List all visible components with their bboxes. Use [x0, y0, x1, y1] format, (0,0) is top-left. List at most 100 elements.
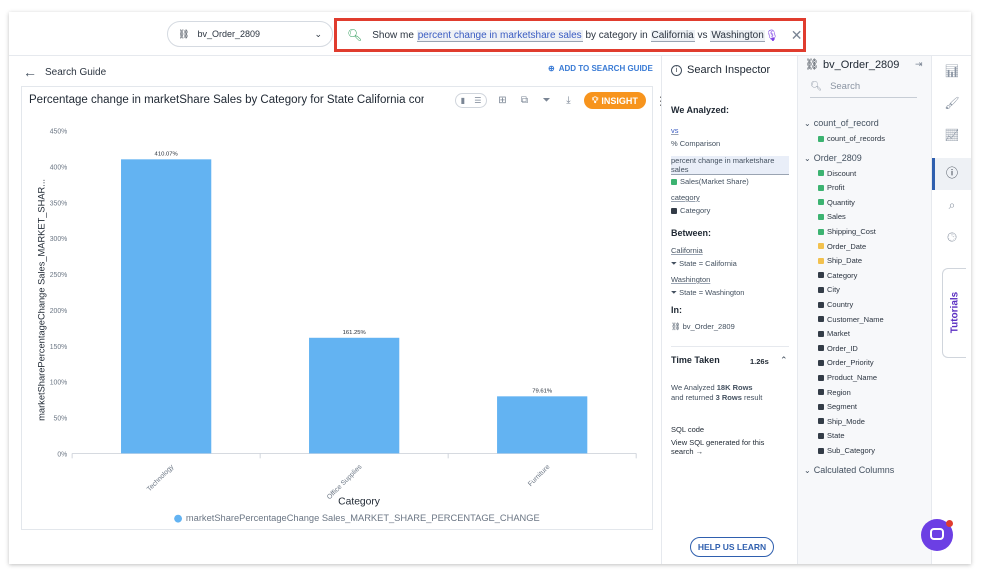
filter-icon[interactable]: ⏷ — [540, 94, 553, 107]
y-tick-label: 250% — [50, 272, 68, 279]
chevron-down-icon: ⌄ — [314, 28, 322, 39]
chevron-up-icon[interactable]: ⌃ — [780, 355, 788, 366]
california-token[interactable]: California — [671, 246, 703, 255]
tutorials-tab[interactable]: Tutorials — [942, 268, 966, 358]
search-history-icon[interactable]: ⌕ — [943, 196, 961, 214]
column-item[interactable]: Order_Date — [818, 242, 866, 251]
column-group-label: Calculated Columns — [813, 464, 895, 475]
search-token[interactable]: Washington — [710, 29, 765, 42]
column-item[interactable]: Ship_Mode — [818, 417, 865, 426]
column-item[interactable]: Profit — [818, 183, 845, 192]
help-us-learn-button[interactable]: HELP US LEARN — [690, 537, 774, 557]
analyzed-prefix: We Analyzed — [671, 383, 715, 392]
search-token[interactable]: California — [650, 29, 695, 42]
pin-icon[interactable]: ⊞ — [496, 94, 509, 107]
datasource-icon: ⛓ — [178, 28, 190, 39]
column-label: State — [827, 431, 845, 441]
column-label: Country — [827, 300, 854, 309]
insight-button[interactable]: 💡︎ INSIGHT — [584, 92, 646, 109]
returned-count: 3 Rows — [715, 393, 742, 402]
vs-token[interactable]: vs — [671, 126, 679, 135]
column-item[interactable]: Sub_Category — [818, 446, 875, 455]
column-group[interactable]: ⌄ Order_2809 — [804, 153, 862, 163]
column-item[interactable]: City — [818, 285, 840, 294]
inspector-title: i Search Inspector — [671, 64, 770, 76]
clock-icon[interactable]: 🕒︎ — [943, 228, 961, 246]
add-to-search-guide-button[interactable]: ⊕ ADD TO SEARCH GUIDE — [548, 64, 653, 73]
column-group[interactable]: ⌄ Calculated Columns — [804, 465, 894, 475]
chart-table-toggle[interactable]: ▮ ☰ — [455, 93, 487, 108]
top-bar: ⛓ bv_Order_2809 ⌄ 🔍︎ Show me percent cha… — [9, 12, 971, 56]
column-item[interactable]: Discount — [818, 169, 856, 178]
category-token[interactable]: category — [671, 193, 700, 202]
column-item[interactable]: Customer_Name — [818, 315, 884, 324]
chat-button[interactable] — [921, 519, 953, 551]
column-item[interactable]: Order_Priority — [818, 358, 874, 367]
column-item[interactable]: Sales — [818, 212, 846, 221]
pct-desc-label: Sales(Market Share) — [680, 177, 749, 186]
column-item[interactable]: State — [818, 431, 845, 440]
column-label: Ship_Date — [827, 256, 863, 266]
table-view-icon[interactable]: ☰ — [474, 96, 481, 105]
chart-view-icon[interactable]: ▮ — [461, 96, 465, 105]
in-header: In: — [671, 305, 682, 315]
search-prefix: Show me — [372, 29, 414, 41]
pct-token[interactable]: percent change in marketshare sales — [671, 156, 789, 175]
datasource-label: bv_Order_2809 — [197, 29, 260, 39]
chart-type-icon[interactable]: 📊︎ — [943, 62, 961, 80]
washington-token[interactable]: Washington — [671, 275, 710, 284]
column-group-label: Order_2809 — [813, 152, 862, 163]
column-group[interactable]: ⌄ count_of_record — [804, 118, 879, 128]
collapse-panel-icon[interactable]: ⇥ — [915, 59, 923, 70]
microphone-icon[interactable]: 🎙︎ — [765, 29, 779, 42]
pct-desc: Sales(Market Share) — [671, 177, 749, 186]
column-label: Segment — [827, 402, 858, 412]
rows-count: 18K Rows — [716, 383, 753, 392]
column-search-input[interactable]: 🔍︎ Search — [810, 76, 917, 98]
column-item[interactable]: count_of_records — [818, 134, 885, 143]
filter-icon: ⏷ — [671, 259, 677, 268]
download-icon[interactable]: ⤓ — [562, 94, 575, 107]
data-label: 161.25% — [343, 330, 367, 336]
close-icon[interactable]: ✕ — [791, 27, 803, 44]
measure-icon — [818, 170, 824, 177]
analytics-icon[interactable]: 📈︎ — [943, 126, 961, 144]
paint-roller-icon[interactable]: 🖌︎ — [943, 94, 961, 112]
columns-panel-title: ⛓ bv_Order_2809 — [805, 58, 899, 72]
column-item[interactable]: Product_Name — [818, 373, 877, 382]
attribute-icon — [818, 403, 824, 410]
search-guide-back[interactable]: ← Search Guide — [23, 64, 106, 80]
column-label: Product_Name — [827, 373, 878, 382]
column-item[interactable]: Order_ID — [818, 344, 858, 353]
column-item[interactable]: Category — [818, 271, 857, 280]
attribute-icon — [818, 359, 824, 366]
view-sql-link[interactable]: View SQL generated for this search → — [671, 438, 771, 456]
attribute-icon — [818, 447, 824, 454]
chevron-down-icon: ⌄ — [804, 119, 811, 128]
category-desc-label: Category — [680, 206, 711, 215]
percent-icon: % — [671, 139, 678, 148]
vs-desc: % Comparison — [671, 139, 720, 148]
search-bar[interactable]: 🔍︎ Show me percent change in marketshare… — [334, 18, 806, 52]
category-desc: Category — [671, 206, 710, 215]
column-item[interactable]: Country — [818, 300, 853, 309]
sql-header: SQL code — [671, 425, 705, 434]
info-icon[interactable]: ⓘ — [943, 164, 961, 182]
copy-icon[interactable]: ⧉ — [518, 94, 531, 107]
insight-label: INSIGHT — [601, 95, 638, 106]
column-label: Ship_Mode — [827, 416, 865, 426]
column-label: City — [827, 285, 840, 295]
bar — [309, 337, 400, 454]
california-desc: ⏷ State = California — [671, 259, 737, 269]
column-item[interactable]: Quantity — [818, 198, 855, 207]
column-item[interactable]: Region — [818, 388, 851, 397]
datasource-select[interactable]: ⛓ bv_Order_2809 ⌄ — [167, 21, 333, 47]
column-item[interactable]: Shipping_Cost — [818, 227, 876, 236]
search-token[interactable]: percent change in marketshare sales — [416, 29, 583, 42]
column-item[interactable]: Segment — [818, 402, 857, 411]
y-tick-label: 350% — [50, 200, 68, 207]
column-item[interactable]: Market — [818, 329, 850, 338]
y-tick-label: 300% — [50, 236, 68, 243]
column-item[interactable]: Ship_Date — [818, 256, 862, 265]
search-query[interactable]: Show me percent change in marketshare sa… — [372, 29, 765, 42]
